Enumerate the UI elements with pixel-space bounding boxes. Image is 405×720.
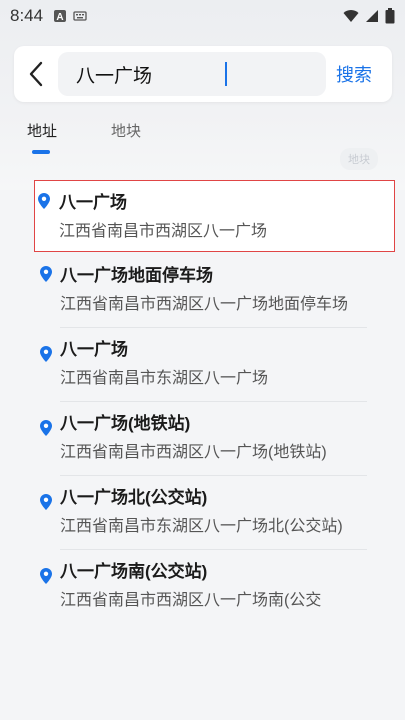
cellular-icon: [366, 10, 378, 22]
tab-address[interactable]: 地址: [27, 120, 57, 141]
search-button[interactable]: 搜索: [336, 61, 372, 87]
result-title: 八一广场地面停车场: [60, 266, 213, 285]
active-tab-indicator: [32, 150, 50, 154]
list-item[interactable]: 八一广场 江西省南昌市东湖区八一广场: [0, 328, 405, 402]
result-address: 江西省南昌市西湖区八一广场(地铁站): [60, 444, 327, 461]
tab-land-parcel[interactable]: 地块: [111, 120, 141, 141]
result-address: 江西省南昌市西湖区八一广场: [59, 223, 268, 240]
location-pin-icon: [40, 494, 52, 510]
search-bar: 搜索: [14, 46, 392, 102]
result-title: 八一广场北(公交站): [60, 488, 208, 507]
background-map-label: 地块: [340, 148, 378, 170]
search-input[interactable]: [76, 59, 321, 89]
notification-a-icon: A: [54, 10, 67, 23]
battery-icon: [385, 8, 395, 24]
search-field[interactable]: [58, 52, 326, 96]
result-title: 八一广场: [60, 340, 128, 359]
list-item[interactable]: 八一广场北(公交站) 江西省南昌市东湖区八一广场北(公交站): [0, 476, 405, 550]
wifi-icon: [343, 10, 359, 22]
result-title: 八一广场南(公交站): [60, 562, 208, 581]
list-item[interactable]: 八一广场南(公交站) 江西省南昌市西湖区八一广场南(公交: [0, 550, 405, 624]
location-pin-icon: [40, 420, 52, 436]
result-title: 八一广场: [59, 193, 127, 212]
result-address: 江西省南昌市东湖区八一广场: [60, 370, 269, 387]
list-item[interactable]: 八一广场 江西省南昌市西湖区八一广场: [34, 180, 395, 252]
status-bar: 8:44 A: [0, 0, 405, 32]
back-button[interactable]: [14, 46, 58, 102]
result-address: 江西省南昌市西湖区八一广场南(公交: [60, 592, 322, 609]
result-address: 江西省南昌市西湖区八一广场地面停车场: [60, 296, 349, 313]
location-pin-icon: [40, 568, 52, 584]
text-caret: [225, 62, 227, 86]
list-item[interactable]: 八一广场(地铁站) 江西省南昌市西湖区八一广场(地铁站): [0, 402, 405, 476]
location-pin-icon: [38, 193, 50, 209]
results-list: 八一广场 江西省南昌市西湖区八一广场 八一广场地面停车场 江西省南昌市西湖区八一…: [0, 176, 405, 624]
result-title: 八一广场(地铁站): [60, 414, 191, 433]
status-time: 8:44: [10, 6, 44, 25]
location-pin-icon: [40, 266, 52, 282]
list-item[interactable]: 八一广场地面停车场 江西省南昌市西湖区八一广场地面停车场: [0, 252, 405, 328]
chevron-left-icon: [29, 61, 43, 87]
keyboard-icon: [73, 11, 87, 21]
svg-text:A: A: [56, 12, 63, 23]
location-pin-icon: [40, 346, 52, 362]
result-address: 江西省南昌市东湖区八一广场北(公交站): [60, 518, 343, 535]
